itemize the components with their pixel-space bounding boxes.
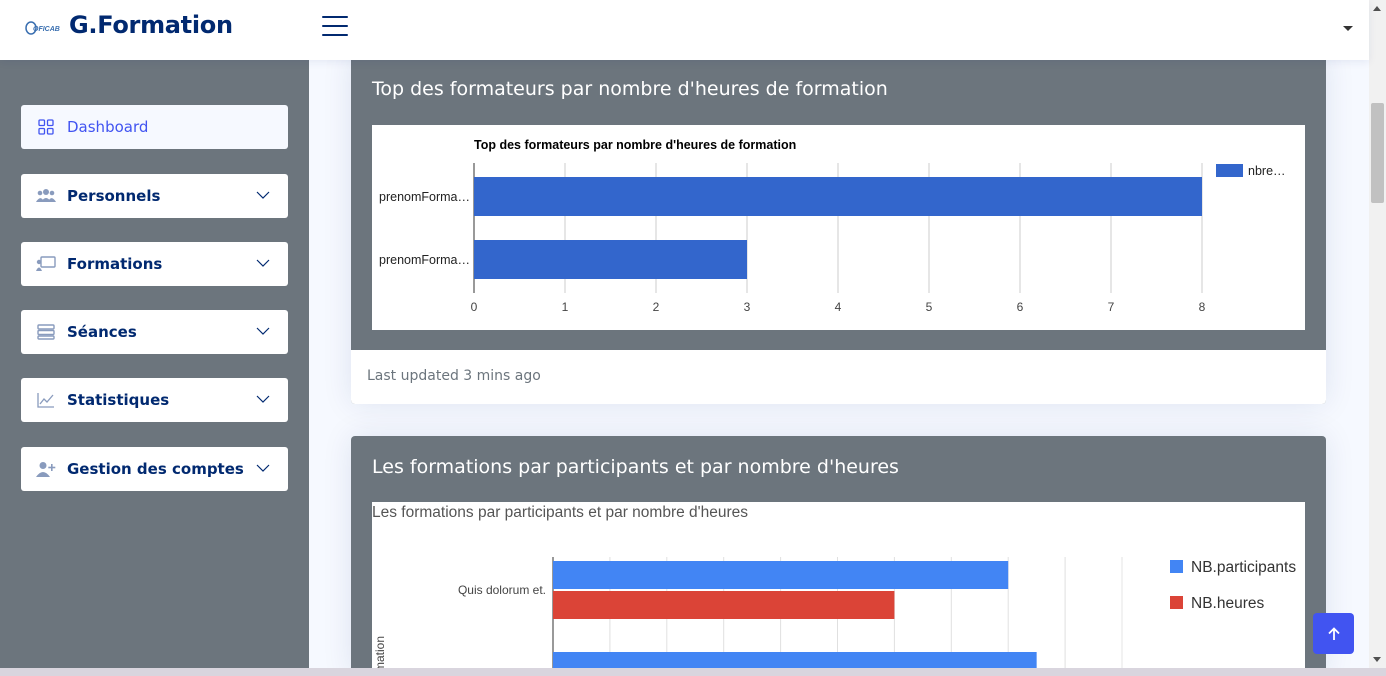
x-tick-label: 5	[926, 300, 933, 314]
scrollbar-thumb[interactable]	[1371, 103, 1384, 203]
legend-label: NB.heures	[1191, 595, 1264, 612]
chevron-down-icon	[256, 191, 270, 199]
back-to-top-button[interactable]	[1313, 613, 1354, 654]
sidebar-item-dashboard[interactable]: Dashboard	[21, 105, 288, 149]
x-tick-label: 0	[471, 300, 478, 314]
grid-icon	[35, 118, 57, 136]
legend-swatch	[1170, 560, 1183, 573]
app-brand[interactable]: G.Formation	[69, 11, 233, 39]
sidebar-item-formations[interactable]: Formations	[21, 242, 288, 286]
scroll-down-icon[interactable]	[1373, 657, 1381, 662]
sidebar-item-gestion-comptes[interactable]: Gestion des comptes	[21, 447, 288, 491]
presentation-icon	[35, 255, 57, 273]
chart-title: Top des formateurs par nombre d'heures d…	[474, 138, 796, 152]
x-tick-label: 8	[1199, 300, 1206, 314]
x-tick-label: 6	[1017, 300, 1024, 314]
chevron-down-icon	[256, 327, 270, 335]
chevron-down-icon	[256, 464, 270, 472]
last-updated-text: Last updated 3 mins ago	[367, 368, 541, 384]
sidebar-item-label: Personnels	[67, 187, 161, 205]
person-add-icon	[35, 460, 57, 478]
x-tick-label: 3	[744, 300, 751, 314]
sidebar-item-label: Séances	[67, 323, 137, 341]
top-trainers-card: Top des formateurs par nombre d'heures d…	[351, 52, 1326, 404]
line-chart-icon	[35, 391, 57, 409]
list-icon	[35, 323, 57, 341]
category-label: Quis dolorum et.	[458, 583, 546, 597]
company-logo[interactable]: OFICAB	[25, 19, 61, 37]
card-title: Les formations par participants et par n…	[372, 456, 899, 478]
formations-card: Les formations par participants et par n…	[351, 436, 1326, 676]
sidebar: Dashboard Personnels Formations Séances	[0, 60, 309, 676]
people-icon	[35, 187, 57, 205]
svg-text:OFICAB: OFICAB	[33, 26, 60, 33]
bar	[553, 591, 895, 619]
sidebar-item-label: Dashboard	[67, 118, 149, 136]
top-header: OFICAB G.Formation	[0, 0, 1369, 60]
bar-chart: Les formations par participants et par n…	[372, 504, 1296, 676]
legend-label: nbre…	[1248, 164, 1286, 178]
x-tick-label: 7	[1108, 300, 1115, 314]
legend-label: NB.participants	[1191, 559, 1296, 576]
sidebar-item-label: Formations	[67, 255, 163, 273]
window-bottom-edge	[0, 668, 1386, 676]
sidebar-item-personnels[interactable]: Personnels	[21, 174, 288, 218]
bar-chart: Top des formateurs par nombre d'heures d…	[379, 138, 1286, 314]
category-label: prenomForma…	[379, 190, 470, 204]
formations-chart: Les formations par participants et par n…	[372, 502, 1305, 676]
x-tick-label: 4	[835, 300, 842, 314]
bar	[474, 240, 747, 279]
sidebar-item-statistiques[interactable]: Statistiques	[21, 378, 288, 422]
arrow-up-icon	[1327, 626, 1340, 640]
top-trainers-chart: Top des formateurs par nombre d'heures d…	[372, 125, 1305, 330]
sidebar-item-label: Statistiques	[67, 391, 170, 409]
x-tick-label: 1	[562, 300, 569, 314]
category-label: prenomForma…	[379, 253, 470, 267]
card-footer: Last updated 3 mins ago	[351, 350, 1326, 404]
card-title: Top des formateurs par nombre d'heures d…	[372, 78, 888, 100]
scroll-up-icon[interactable]	[1373, 6, 1381, 11]
sidebar-item-label: Gestion des comptes	[67, 460, 244, 478]
bar	[553, 561, 1009, 589]
legend-swatch	[1170, 596, 1183, 609]
sidebar-item-seances[interactable]: Séances	[21, 310, 288, 354]
legend-swatch	[1216, 164, 1243, 177]
chevron-down-icon	[256, 395, 270, 403]
bar	[474, 177, 1202, 216]
menu-toggle-icon[interactable]	[322, 16, 348, 40]
x-tick-label: 2	[653, 300, 660, 314]
chevron-down-icon	[256, 259, 270, 267]
chart-title: Les formations par participants et par n…	[372, 504, 748, 521]
scrollbar[interactable]	[1369, 0, 1386, 668]
profile-dropdown-icon[interactable]	[1343, 26, 1353, 31]
